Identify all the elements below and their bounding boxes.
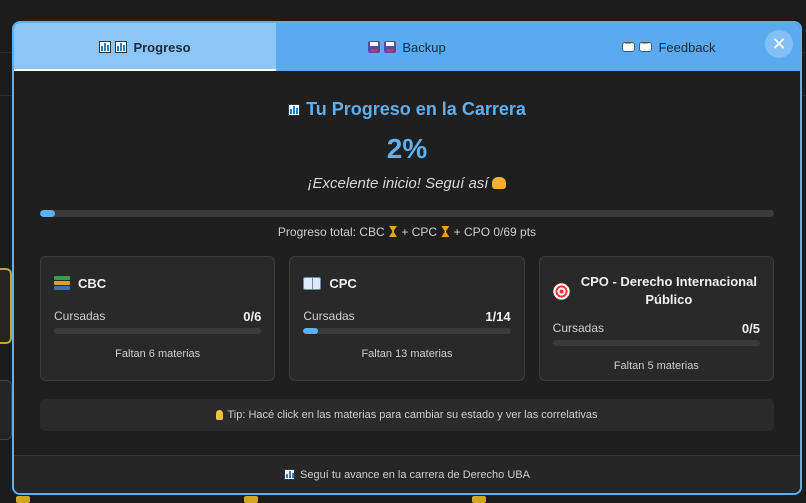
remaining-text: Faltan 6 materias	[115, 348, 201, 360]
chart-icon	[99, 41, 112, 53]
cycle-cards: CBC Cursadas 0/6 Faltan 6 materias CPC C…	[40, 256, 774, 381]
tab-progreso[interactable]: Progreso	[14, 23, 276, 71]
cursadas-label: Cursadas	[552, 321, 605, 335]
books-icon	[54, 276, 70, 290]
tab-label: Progreso	[133, 39, 191, 55]
progress-modal: Progreso Backup Feedback ✕ Tu Progreso e…	[12, 21, 802, 495]
card-progress-fill	[303, 328, 319, 334]
card-title: CPO - Derecho Internacional Público	[580, 274, 757, 307]
cycle-card-cbc: CBC Cursadas 0/6 Faltan 6 materias	[40, 256, 276, 381]
overall-progress-bar	[40, 210, 774, 217]
cycle-card-cpc: CPC Cursadas 1/14 Faltan 13 materias	[289, 256, 525, 381]
floppy-disk-icon	[384, 41, 397, 53]
chart-icon	[284, 469, 296, 480]
cursadas-count: 0/5	[741, 321, 760, 336]
progress-percent: 2%	[386, 133, 428, 164]
cursadas-label: Cursadas	[303, 309, 355, 323]
modal-footer: Seguí tu avance en la carrera de Derecho…	[14, 455, 800, 493]
card-progress-bar	[552, 340, 760, 346]
cursadas-count: 1/14	[485, 309, 511, 324]
overall-progress-fill	[40, 210, 55, 217]
progress-total: Progreso total: CBC + CPC + CPO 0/69 pts	[277, 225, 537, 239]
remaining-text: Faltan 5 materias	[613, 360, 699, 372]
tab-label: Backup	[402, 39, 446, 55]
target-icon	[552, 282, 570, 300]
tip-text: Tip: Hacé click en las materias para cam…	[227, 409, 598, 421]
progress-title: Tu Progreso en la Carrera	[14, 99, 800, 120]
background-subject-card	[0, 380, 12, 440]
speech-bubble-icon	[622, 38, 636, 52]
close-icon: ✕	[771, 34, 787, 54]
background-subject-card	[0, 268, 12, 344]
chart-icon	[115, 41, 128, 53]
tab-backup[interactable]: Backup	[276, 23, 538, 71]
tab-bar: Progreso Backup Feedback	[14, 23, 800, 71]
card-title: CBC	[78, 275, 107, 291]
close-button[interactable]: ✕	[765, 30, 793, 58]
cursadas-label: Cursadas	[54, 309, 106, 323]
flexed-biceps-icon	[492, 177, 507, 189]
card-progress-bar	[303, 328, 511, 334]
lightbulb-icon	[216, 410, 224, 420]
chart-icon	[288, 104, 301, 116]
floppy-disk-icon	[368, 41, 381, 53]
hourglass-icon	[388, 226, 397, 237]
hourglass-icon	[441, 226, 450, 237]
tab-label: Feedback	[658, 39, 716, 55]
tab-feedback[interactable]: Feedback	[538, 23, 800, 71]
progress-panel: Tu Progreso en la Carrera 2% ¡Excelente …	[14, 71, 800, 455]
remaining-text: Faltan 13 materias	[361, 348, 453, 360]
tip-box: Tip: Hacé click en las materias para cam…	[40, 399, 774, 431]
footer-text: Seguí tu avance en la carrera de Derecho…	[300, 468, 530, 481]
cursadas-count: 0/6	[243, 309, 262, 324]
speech-bubble-icon	[639, 38, 653, 52]
open-book-icon	[303, 276, 322, 290]
cycle-card-cpo: CPO - Derecho Internacional Público Curs…	[538, 256, 774, 381]
card-title: CPC	[329, 275, 357, 291]
card-progress-bar	[54, 328, 262, 334]
motivation-text: ¡Excelente inicio! Seguí así	[14, 175, 800, 192]
